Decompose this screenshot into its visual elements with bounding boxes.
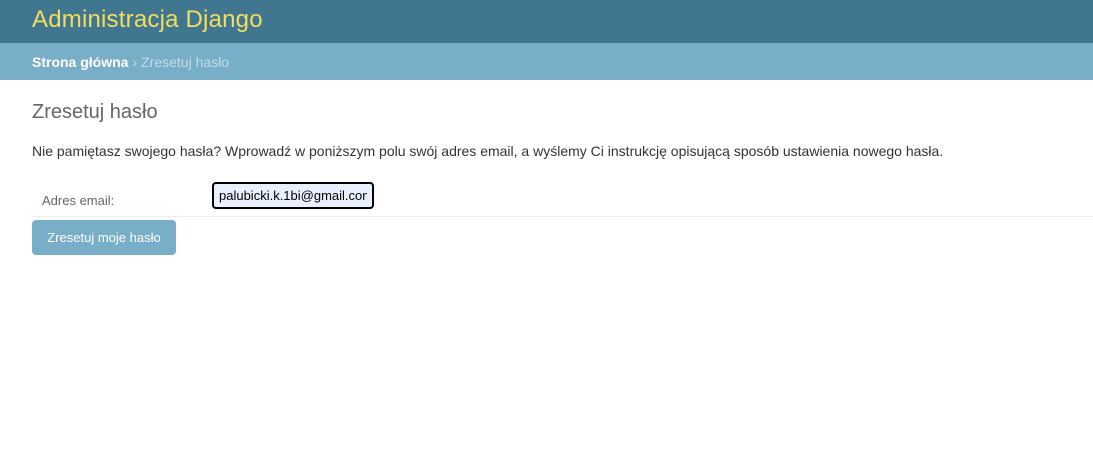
email-form-row: Adres email: (32, 176, 1093, 217)
reset-password-button[interactable]: Zresetuj moje hasło (32, 220, 176, 255)
email-label: Adres email: (42, 193, 115, 208)
email-input[interactable] (212, 181, 374, 209)
breadcrumb: Strona główna › Zresetuj hasło (0, 43, 1093, 80)
intro-text: Nie pamiętasz swojego hasła? Wprowadź w … (32, 143, 944, 159)
breadcrumb-current: Zresetuj hasło (141, 53, 230, 70)
page-title: Zresetuj hasło (32, 101, 158, 123)
site-header: Administracja Django (0, 0, 1093, 43)
main-content: Zresetuj hasło Nie pamiętasz swojego has… (0, 101, 1093, 255)
site-title[interactable]: Administracja Django (32, 6, 263, 34)
breadcrumb-home-link[interactable]: Strona główna (32, 54, 128, 70)
breadcrumb-separator: › (132, 53, 138, 70)
